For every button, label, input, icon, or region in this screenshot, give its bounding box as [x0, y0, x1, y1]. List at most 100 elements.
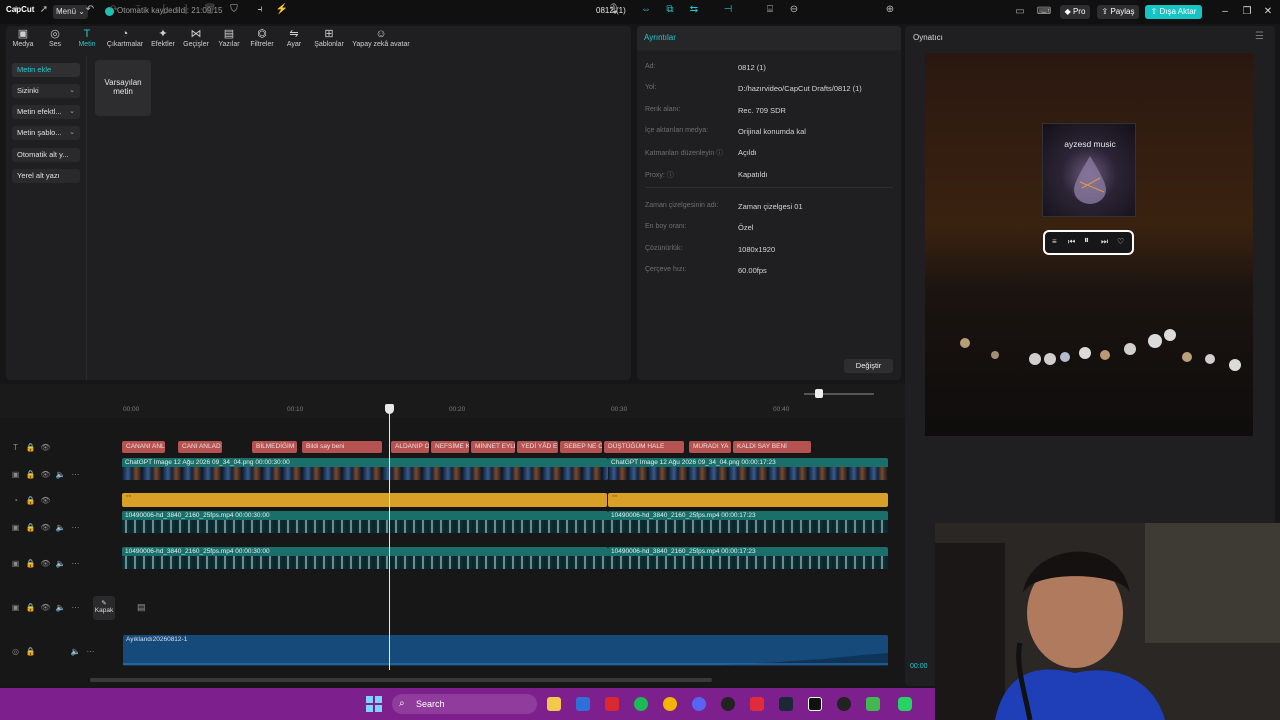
text-clip[interactable]: Bildi say beni: [302, 441, 382, 453]
sidebar-item-text-templates[interactable]: Metin şablo... ⌄: [12, 126, 80, 140]
split-icon[interactable]: ⌶: [130, 3, 146, 17]
sidebar-item-auto-captions[interactable]: Otomatik alt y...: [12, 148, 80, 162]
eye-icon[interactable]: 👁: [38, 559, 53, 568]
spotify-icon[interactable]: [634, 697, 648, 711]
notepad-icon[interactable]: [866, 697, 880, 711]
text-clip[interactable]: SEBEP NE O: [560, 441, 602, 453]
zoom-out-icon[interactable]: ⊖: [786, 3, 802, 17]
text-clip[interactable]: ALDANIP O: [391, 441, 429, 453]
tab-audio[interactable]: ◎ Ses: [40, 28, 70, 52]
text-clip[interactable]: KALDI SAY BENİ: [733, 441, 811, 453]
tab-adjust[interactable]: ⇋ Ayar: [280, 28, 308, 52]
media-app-icon[interactable]: [750, 697, 764, 711]
sidebar-item-local-captions[interactable]: Yerel alt yazı: [12, 169, 80, 183]
sidebar-item-add-text[interactable]: Metin ekle: [12, 63, 80, 77]
shortcuts-icon[interactable]: ⌨: [1036, 6, 1052, 18]
text-clip[interactable]: NEFSİME K: [431, 441, 469, 453]
trim-left-icon[interactable]: [: [156, 3, 172, 17]
eye-icon[interactable]: 👁: [38, 470, 53, 479]
audio-clip[interactable]: Ayıklandı20260812-1: [123, 635, 888, 666]
video-clip[interactable]: 10490006-hd_3840_2160_25fps.mp4 00:00:17…: [608, 547, 888, 569]
video-clip[interactable]: 10490006-hd_3840_2160_25fps.mp4 00:00:30…: [122, 547, 608, 569]
export-button[interactable]: ⇧ Dışa Aktar: [1145, 5, 1202, 19]
more-icon[interactable]: ⋯: [68, 523, 83, 532]
capcut-icon[interactable]: [808, 697, 822, 711]
lock-icon[interactable]: 🔒: [23, 647, 38, 656]
tab-ai-avatar[interactable]: ☺ Yapay zekâ avatar: [350, 28, 412, 52]
text-clip[interactable]: CANANI ANL: [122, 441, 165, 453]
zoom-slider-handle[interactable]: [815, 389, 823, 398]
shield-icon[interactable]: ⛉: [226, 3, 242, 17]
next-icon[interactable]: ⏭: [1101, 237, 1108, 247]
steam-icon[interactable]: [779, 697, 793, 711]
eye-icon[interactable]: 👁: [38, 443, 53, 452]
chrome-icon[interactable]: [663, 697, 677, 711]
lock-icon[interactable]: 🔒: [23, 603, 38, 612]
lock-icon[interactable]: 🔒: [23, 559, 38, 568]
effect-clip[interactable]: ◦◦: [122, 493, 607, 507]
windows-start-icon[interactable]: [366, 696, 382, 712]
pro-button[interactable]: ◆ Pro: [1060, 5, 1090, 19]
preview-axis-icon[interactable]: ⊣: [720, 3, 736, 17]
redo-icon[interactable]: ↷: [106, 3, 122, 17]
split-screen-icon[interactable]: ⫞: [252, 3, 268, 17]
cover-button[interactable]: ✎ Kapak: [93, 596, 115, 620]
default-text-card[interactable]: Varsayılan metin: [95, 60, 151, 116]
image-clip[interactable]: ChatGPT Image 12 Ağu 2026 09_34_04.png 0…: [608, 458, 888, 480]
effect-clip[interactable]: ◦◦: [608, 493, 888, 507]
lock-icon[interactable]: 🔒: [23, 496, 38, 505]
image-clip[interactable]: ChatGPT Image 12 Ağu 2026 09_34_04.png 0…: [122, 458, 608, 480]
lock-icon[interactable]: 🔒: [23, 443, 38, 452]
more-icon[interactable]: ⋯: [83, 647, 98, 656]
magic-wand-icon[interactable]: ⚡: [274, 3, 290, 17]
speaker-icon[interactable]: 🔈: [53, 603, 68, 612]
fit-timeline-icon[interactable]: ⌸: [762, 3, 778, 17]
add-track-icon[interactable]: +: [8, 3, 24, 17]
taskbar-search[interactable]: ⌕ Search: [392, 694, 537, 714]
tab-filters[interactable]: ⏣ Filtreler: [246, 28, 278, 52]
trim-right-icon[interactable]: ]: [178, 3, 194, 17]
text-clip[interactable]: YEDİ YÂD E: [517, 441, 558, 453]
text-clip[interactable]: MURADI YA: [689, 441, 731, 453]
pause-icon[interactable]: ⏸: [1084, 235, 1089, 246]
video-clip[interactable]: 10490006-hd_3840_2160_25fps.mp4 00:00:17…: [608, 511, 888, 533]
tab-effects[interactable]: ✦ Efektler: [148, 28, 178, 52]
more-icon[interactable]: ⋯: [68, 470, 83, 479]
tab-stickers[interactable]: ◔ Çıkartmalar: [104, 28, 146, 52]
text-clip[interactable]: CANI ANLAD: [178, 441, 222, 453]
chevron-down-icon[interactable]: ⌄: [52, 3, 68, 17]
playhead-handle[interactable]: [385, 404, 394, 414]
minimize-icon[interactable]: –: [1218, 5, 1232, 19]
speaker-icon[interactable]: 🔈: [53, 559, 68, 568]
eye-icon[interactable]: 👁: [38, 496, 53, 505]
previous-icon[interactable]: ⏮: [1068, 237, 1075, 247]
microphone-icon[interactable]: 🎙: [606, 3, 622, 17]
select-cursor-icon[interactable]: ➚: [36, 3, 52, 17]
more-icon[interactable]: ⋯: [68, 603, 83, 612]
timeline-scrollbar[interactable]: [90, 678, 712, 682]
tab-transitions[interactable]: ⋈ Geçişler: [180, 28, 212, 52]
magnet-icon[interactable]: ⧉: [662, 3, 678, 17]
close-icon[interactable]: ✕: [1261, 5, 1275, 19]
media-player-icon[interactable]: [837, 697, 851, 711]
linkage-icon[interactable]: ⇆: [686, 3, 702, 17]
speaker-icon[interactable]: 🔈: [53, 470, 68, 479]
undo-icon[interactable]: ↶: [82, 3, 98, 17]
eye-icon[interactable]: 👁: [38, 603, 53, 612]
restore-icon[interactable]: ❐: [1240, 5, 1254, 19]
outlook-icon[interactable]: [576, 697, 590, 711]
tab-templates[interactable]: ⊞ Şablonlar: [310, 28, 348, 52]
whatsapp-icon[interactable]: [898, 697, 912, 711]
heart-icon[interactable]: ♡: [1117, 237, 1124, 246]
text-clip[interactable]: BİLMEDİĞİM: [252, 441, 297, 453]
share-button[interactable]: ⇪ Paylaş: [1097, 5, 1139, 19]
eye-icon[interactable]: 👁: [38, 523, 53, 532]
zoom-in-icon[interactable]: ⊕: [882, 3, 898, 17]
speaker-icon[interactable]: 🔈: [53, 523, 68, 532]
speaker-icon[interactable]: 🔈: [68, 647, 83, 656]
more-icon[interactable]: ⋯: [68, 559, 83, 568]
layout-icon[interactable]: ▭: [1012, 6, 1028, 18]
netflix-icon[interactable]: [605, 697, 619, 711]
playhead[interactable]: [389, 404, 390, 670]
video-clip[interactable]: 10490006-hd_3840_2160_25fps.mp4 00:00:30…: [122, 511, 608, 533]
